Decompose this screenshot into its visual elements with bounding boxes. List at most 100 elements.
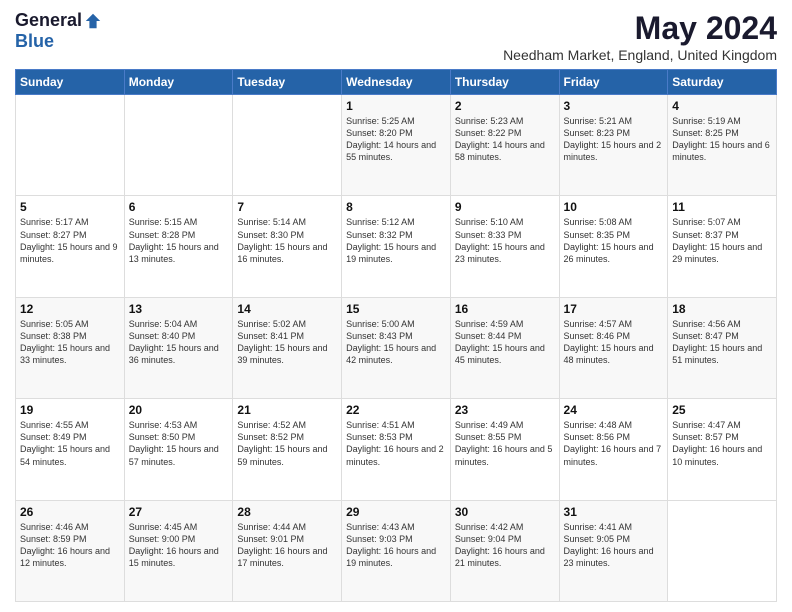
day-number: 9: [455, 200, 555, 214]
calendar-cell: 22 Sunrise: 4:51 AM Sunset: 8:53 PM Dayli…: [342, 399, 451, 500]
day-info: Sunrise: 5:05 AM Sunset: 8:38 PM Dayligh…: [20, 318, 120, 367]
calendar-table: SundayMondayTuesdayWednesdayThursdayFrid…: [15, 69, 777, 602]
calendar-cell: 30 Sunrise: 4:42 AM Sunset: 9:04 PM Dayli…: [450, 500, 559, 601]
day-number: 11: [672, 200, 772, 214]
day-info: Sunrise: 5:14 AM Sunset: 8:30 PM Dayligh…: [237, 216, 337, 265]
calendar-cell: 15Sunrise: 5:00 AM Sunset: 8:43 PM Dayli…: [342, 297, 451, 398]
day-info: Sunrise: 4:48 AM Sunset: 8:56 PM Dayligh…: [564, 419, 664, 468]
day-info: Sunrise: 4:53 AM Sunset: 8:50 PM Dayligh…: [129, 419, 229, 468]
day-number: 1: [346, 99, 446, 113]
day-info: Sunrise: 4:59 AM Sunset: 8:44 PM Dayligh…: [455, 318, 555, 367]
calendar-week-3: 19 Sunrise: 4:55 AM Sunset: 8:49 PM Dayli…: [16, 399, 777, 500]
calendar-week-4: 26Sunrise: 4:46 AM Sunset: 8:59 PM Dayli…: [16, 500, 777, 601]
day-number: 16: [455, 302, 555, 316]
calendar-cell: 26Sunrise: 4:46 AM Sunset: 8:59 PM Dayli…: [16, 500, 125, 601]
day-number: 5: [20, 200, 120, 214]
day-info: Sunrise: 5:17 AM Sunset: 8:27 PM Dayligh…: [20, 216, 120, 265]
logo-blue: Blue: [15, 31, 54, 52]
calendar-cell: 4 Sunrise: 5:19 AM Sunset: 8:25 PM Daylig…: [668, 95, 777, 196]
calendar-header-thursday: Thursday: [450, 70, 559, 95]
day-number: 27: [129, 505, 229, 519]
calendar-header-sunday: Sunday: [16, 70, 125, 95]
day-number: 28: [237, 505, 337, 519]
page: General Blue May 2024 Needham Market, En…: [0, 0, 792, 612]
calendar-cell: 7 Sunrise: 5:14 AM Sunset: 8:30 PM Daylig…: [233, 196, 342, 297]
calendar-week-1: 5 Sunrise: 5:17 AM Sunset: 8:27 PM Daylig…: [16, 196, 777, 297]
day-number: 12: [20, 302, 120, 316]
calendar-cell: 5 Sunrise: 5:17 AM Sunset: 8:27 PM Daylig…: [16, 196, 125, 297]
day-number: 14: [237, 302, 337, 316]
title-section: May 2024 Needham Market, England, United…: [503, 10, 777, 63]
day-info: Sunrise: 4:55 AM Sunset: 8:49 PM Dayligh…: [20, 419, 120, 468]
logo-icon: [84, 12, 102, 30]
calendar-cell: 24Sunrise: 4:48 AM Sunset: 8:56 PM Dayli…: [559, 399, 668, 500]
calendar-cell: 20 Sunrise: 4:53 AM Sunset: 8:50 PM Dayli…: [124, 399, 233, 500]
day-info: Sunrise: 4:52 AM Sunset: 8:52 PM Dayligh…: [237, 419, 337, 468]
day-number: 29: [346, 505, 446, 519]
calendar-cell: 12 Sunrise: 5:05 AM Sunset: 8:38 PM Dayli…: [16, 297, 125, 398]
calendar-header-saturday: Saturday: [668, 70, 777, 95]
calendar-cell: 6Sunrise: 5:15 AM Sunset: 8:28 PM Daylig…: [124, 196, 233, 297]
day-info: Sunrise: 5:02 AM Sunset: 8:41 PM Dayligh…: [237, 318, 337, 367]
calendar-cell: 16 Sunrise: 4:59 AM Sunset: 8:44 PM Dayli…: [450, 297, 559, 398]
day-number: 20: [129, 403, 229, 417]
day-number: 30: [455, 505, 555, 519]
day-number: 21: [237, 403, 337, 417]
calendar-cell: 25 Sunrise: 4:47 AM Sunset: 8:57 PM Dayli…: [668, 399, 777, 500]
calendar-cell: [124, 95, 233, 196]
day-number: 19: [20, 403, 120, 417]
day-info: Sunrise: 4:49 AM Sunset: 8:55 PM Dayligh…: [455, 419, 555, 468]
day-info: Sunrise: 5:19 AM Sunset: 8:25 PM Dayligh…: [672, 115, 772, 164]
calendar-header-monday: Monday: [124, 70, 233, 95]
day-info: Sunrise: 4:42 AM Sunset: 9:04 PM Dayligh…: [455, 521, 555, 570]
calendar-cell: 10Sunrise: 5:08 AM Sunset: 8:35 PM Dayli…: [559, 196, 668, 297]
logo-general: General: [15, 10, 82, 31]
calendar-week-2: 12 Sunrise: 5:05 AM Sunset: 8:38 PM Dayli…: [16, 297, 777, 398]
day-info: Sunrise: 4:43 AM Sunset: 9:03 PM Dayligh…: [346, 521, 446, 570]
day-info: Sunrise: 5:25 AM Sunset: 8:20 PM Dayligh…: [346, 115, 446, 164]
day-number: 23: [455, 403, 555, 417]
calendar-cell: 21 Sunrise: 4:52 AM Sunset: 8:52 PM Dayli…: [233, 399, 342, 500]
calendar-header-row: SundayMondayTuesdayWednesdayThursdayFrid…: [16, 70, 777, 95]
day-info: Sunrise: 4:45 AM Sunset: 9:00 PM Dayligh…: [129, 521, 229, 570]
calendar-cell: 11 Sunrise: 5:07 AM Sunset: 8:37 PM Dayli…: [668, 196, 777, 297]
calendar-cell: 3Sunrise: 5:21 AM Sunset: 8:23 PM Daylig…: [559, 95, 668, 196]
calendar-cell: 13Sunrise: 5:04 AM Sunset: 8:40 PM Dayli…: [124, 297, 233, 398]
calendar-week-0: 1 Sunrise: 5:25 AM Sunset: 8:20 PM Daylig…: [16, 95, 777, 196]
day-number: 17: [564, 302, 664, 316]
day-number: 2: [455, 99, 555, 113]
day-info: Sunrise: 5:12 AM Sunset: 8:32 PM Dayligh…: [346, 216, 446, 265]
calendar-cell: 9 Sunrise: 5:10 AM Sunset: 8:33 PM Daylig…: [450, 196, 559, 297]
calendar-cell: 23 Sunrise: 4:49 AM Sunset: 8:55 PM Dayli…: [450, 399, 559, 500]
day-number: 26: [20, 505, 120, 519]
day-info: Sunrise: 4:57 AM Sunset: 8:46 PM Dayligh…: [564, 318, 664, 367]
day-number: 15: [346, 302, 446, 316]
day-info: Sunrise: 4:47 AM Sunset: 8:57 PM Dayligh…: [672, 419, 772, 468]
calendar-header-tuesday: Tuesday: [233, 70, 342, 95]
day-number: 18: [672, 302, 772, 316]
logo-text: General: [15, 10, 102, 31]
calendar-cell: 29 Sunrise: 4:43 AM Sunset: 9:03 PM Dayli…: [342, 500, 451, 601]
day-number: 8: [346, 200, 446, 214]
location: Needham Market, England, United Kingdom: [503, 47, 777, 63]
calendar-cell: 8 Sunrise: 5:12 AM Sunset: 8:32 PM Daylig…: [342, 196, 451, 297]
day-info: Sunrise: 5:07 AM Sunset: 8:37 PM Dayligh…: [672, 216, 772, 265]
calendar-cell: 14 Sunrise: 5:02 AM Sunset: 8:41 PM Dayli…: [233, 297, 342, 398]
day-info: Sunrise: 5:04 AM Sunset: 8:40 PM Dayligh…: [129, 318, 229, 367]
day-info: Sunrise: 5:21 AM Sunset: 8:23 PM Dayligh…: [564, 115, 664, 164]
day-number: 4: [672, 99, 772, 113]
calendar-cell: [16, 95, 125, 196]
day-info: Sunrise: 5:15 AM Sunset: 8:28 PM Dayligh…: [129, 216, 229, 265]
day-number: 25: [672, 403, 772, 417]
calendar-cell: 27 Sunrise: 4:45 AM Sunset: 9:00 PM Dayli…: [124, 500, 233, 601]
day-number: 7: [237, 200, 337, 214]
month-title: May 2024: [503, 10, 777, 47]
calendar-cell: 1 Sunrise: 5:25 AM Sunset: 8:20 PM Daylig…: [342, 95, 451, 196]
header: General Blue May 2024 Needham Market, En…: [15, 10, 777, 63]
day-number: 22: [346, 403, 446, 417]
day-info: Sunrise: 4:41 AM Sunset: 9:05 PM Dayligh…: [564, 521, 664, 570]
calendar-cell: 28Sunrise: 4:44 AM Sunset: 9:01 PM Dayli…: [233, 500, 342, 601]
day-info: Sunrise: 5:23 AM Sunset: 8:22 PM Dayligh…: [455, 115, 555, 164]
day-info: Sunrise: 4:51 AM Sunset: 8:53 PM Dayligh…: [346, 419, 446, 468]
day-info: Sunrise: 5:10 AM Sunset: 8:33 PM Dayligh…: [455, 216, 555, 265]
